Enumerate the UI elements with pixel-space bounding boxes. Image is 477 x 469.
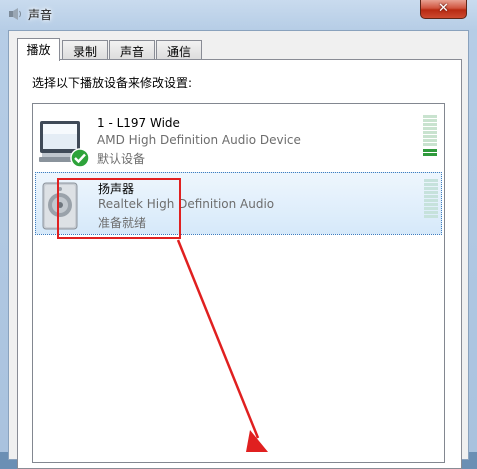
- device-status: 默认设备: [97, 152, 146, 166]
- title-bar[interactable]: 声音 ✕: [0, 0, 477, 28]
- device-name: 1 - L197 Wide: [97, 116, 180, 130]
- tab-playback[interactable]: 播放: [17, 38, 60, 61]
- close-icon: ✕: [438, 1, 449, 16]
- playback-device-list[interactable]: 1 - L197 Wide AMD High Definition Audio …: [32, 103, 445, 463]
- annotation-highlight-box: [57, 178, 181, 239]
- window-title: 声音: [28, 8, 53, 22]
- tab-communications[interactable]: 通信: [156, 40, 202, 60]
- volume-meter: [423, 115, 437, 157]
- dialog-client-area: 播放 录制 声音 通信 选择以下播放设备来修改设置: 1 - L197 Wide…: [8, 30, 469, 469]
- device-description: AMD High Definition Audio Device: [97, 133, 301, 147]
- tab-sounds[interactable]: 声音: [109, 40, 155, 60]
- device-item-monitor[interactable]: 1 - L197 Wide AMD High Definition Audio …: [35, 109, 442, 172]
- close-button[interactable]: ✕: [420, 0, 467, 19]
- instruction-text: 选择以下播放设备来修改设置:: [32, 76, 193, 90]
- playback-panel: 选择以下播放设备来修改设置: 1 - L197 Wide AMD High De…: [17, 59, 462, 469]
- default-check-icon: [70, 148, 90, 168]
- volume-meter: [424, 179, 438, 221]
- sound-dialog-window: 声音 ✕ 播放 录制 声音 通信 选择以下播放设备来修改设置: 1 - L197…: [0, 0, 477, 469]
- speaker-app-icon: [9, 8, 21, 20]
- tab-recording[interactable]: 录制: [62, 40, 108, 60]
